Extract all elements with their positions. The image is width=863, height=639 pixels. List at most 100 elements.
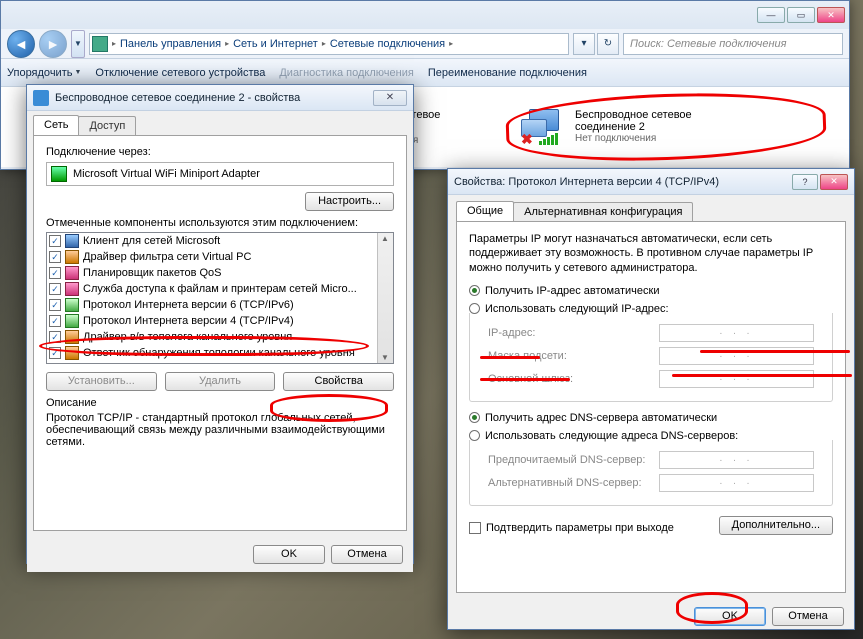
component-item[interactable]: ✓Драйвер фильтра сети Virtual PC	[47, 249, 393, 265]
checkbox[interactable]: ✓	[49, 315, 61, 327]
ok-button[interactable]: OK	[694, 607, 766, 626]
explorer-toolbar: Упорядочить ▼ Отключение сетевого устрой…	[1, 59, 849, 87]
search-input[interactable]: Поиск: Сетевые подключения	[623, 33, 843, 55]
maximize-button[interactable]: ▭	[787, 7, 815, 23]
radio-obtain-dns-auto[interactable]: Получить адрес DNS-сервера автоматически	[469, 412, 833, 424]
label-components: Отмеченные компоненты используются этим …	[46, 217, 394, 229]
crumb-network-internet[interactable]: Сеть и Интернет	[233, 38, 318, 50]
crumb-network-connections[interactable]: Сетевые подключения	[330, 38, 445, 50]
disconnected-x-icon: ✖	[521, 131, 533, 148]
cancel-button[interactable]: Отмена	[331, 545, 403, 564]
network-item-wireless2[interactable]: ✖ Беспроводное сетевое соединение 2 Нет …	[521, 109, 801, 145]
dialog-titlebar[interactable]: Беспроводное сетевое соединение 2 - свой…	[27, 85, 413, 111]
signal-bars-icon	[539, 133, 558, 145]
driver-icon	[65, 346, 79, 360]
nav-back-button[interactable]: ◄	[7, 30, 35, 58]
nav-history-dropdown[interactable]: ▼	[71, 30, 85, 58]
service-icon	[65, 282, 79, 296]
cancel-button[interactable]: Отмена	[772, 607, 844, 626]
checkbox-validate-on-exit[interactable]: ✓ Подтвердить параметры при выходе	[469, 522, 674, 534]
component-item-ipv4[interactable]: ✓Протокол Интернета версии 4 (TCP/IPv4)	[47, 313, 393, 329]
component-item[interactable]: ✓Ответчик обнаружения топологии канально…	[47, 345, 393, 361]
toolbar-diagnose[interactable]: Диагностика подключения	[279, 67, 413, 79]
tab-general-page: Параметры IP могут назначаться автоматич…	[456, 221, 846, 593]
label-subnet-mask: Маска подсети:	[488, 350, 653, 362]
ipv4-properties-dialog: Свойства: Протокол Интернета версии 4 (T…	[447, 168, 855, 630]
close-button[interactable]: ✕	[817, 7, 845, 23]
checkbox[interactable]: ✓	[49, 331, 61, 343]
checkbox[interactable]: ✓	[49, 283, 61, 295]
control-panel-icon	[92, 36, 108, 52]
toolbar-organize[interactable]: Упорядочить ▼	[7, 67, 81, 79]
ip-group: IP-адрес: . . . Маска подсети: . . . Основ…	[469, 313, 833, 402]
connection-properties-dialog: Беспроводное сетевое соединение 2 - свой…	[26, 84, 414, 564]
component-item[interactable]: ✓Драйвер в/в тополога канального уровня	[47, 329, 393, 345]
dns-group: Предпочитаемый DNS-сервер: . . . Альтерна…	[469, 440, 833, 506]
dialog-title-text: Свойства: Протокол Интернета версии 4 (T…	[454, 176, 786, 188]
crumb-control-panel[interactable]: Панель управления	[120, 38, 221, 50]
tab-alt-config[interactable]: Альтернативная конфигурация	[513, 202, 693, 222]
adapter-icon	[51, 166, 67, 182]
label-ip-address: IP-адрес:	[488, 327, 653, 339]
component-item[interactable]: ✓Служба доступа к файлам и принтерам сет…	[47, 281, 393, 297]
net-item-title2: соединение 2	[575, 121, 692, 133]
refresh-button[interactable]: ↻	[597, 33, 619, 55]
radio-icon	[469, 285, 480, 296]
checkbox[interactable]: ✓	[49, 347, 61, 359]
radio-obtain-ip-auto[interactable]: Получить IP-адрес автоматически	[469, 285, 833, 297]
client-icon	[65, 234, 79, 248]
adapter-box[interactable]: Microsoft Virtual WiFi Miniport Adapter	[46, 162, 394, 186]
dialog-title-text: Беспроводное сетевое соединение 2 - свой…	[55, 92, 367, 104]
checkbox[interactable]: ✓	[49, 267, 61, 279]
advanced-button[interactable]: Дополнительно...	[719, 516, 833, 535]
gateway-input: . . .	[659, 370, 814, 388]
nav-forward-button[interactable]: ►	[39, 30, 67, 58]
dialog-close-button[interactable]: ✕	[820, 174, 848, 190]
driver-icon	[65, 330, 79, 344]
ip-address-input: . . .	[659, 324, 814, 342]
scrollbar[interactable]	[377, 233, 393, 363]
net-item-status: Нет подключения	[575, 133, 692, 144]
toolbar-disable[interactable]: Отключение сетевого устройства	[95, 67, 265, 79]
adapter-name: Microsoft Virtual WiFi Miniport Adapter	[73, 168, 260, 180]
explorer-address-bar: ◄ ► ▼ ▸ Панель управления ▸ Сеть и Интер…	[1, 29, 849, 59]
minimize-button[interactable]: —	[757, 7, 785, 23]
protocol-icon	[65, 298, 79, 312]
dialog-titlebar[interactable]: Свойства: Протокол Интернета версии 4 (T…	[448, 169, 854, 195]
service-icon	[65, 266, 79, 280]
component-item[interactable]: ✓Клиент для сетей Microsoft	[47, 233, 393, 249]
checkbox[interactable]: ✓	[49, 299, 61, 311]
toolbar-rename[interactable]: Переименование подключения	[428, 67, 587, 79]
preferred-dns-input: . . .	[659, 451, 814, 469]
dialog-close-button[interactable]: ✕	[373, 90, 407, 106]
checkbox-icon: ✓	[469, 522, 481, 534]
subnet-mask-input: . . .	[659, 347, 814, 365]
checkbox[interactable]: ✓	[49, 251, 61, 263]
info-text: Параметры IP могут назначаться автоматич…	[469, 232, 833, 275]
tab-access[interactable]: Доступ	[78, 116, 136, 136]
description-text: Протокол TCP/IP - стандартный протокол г…	[46, 412, 394, 448]
components-listbox[interactable]: ✓Клиент для сетей Microsoft ✓Драйвер фил…	[46, 232, 394, 364]
ok-button[interactable]: OK	[253, 545, 325, 564]
protocol-icon	[65, 314, 79, 328]
uninstall-button[interactable]: Удалить	[165, 372, 276, 391]
configure-button[interactable]: Настроить...	[305, 192, 394, 211]
install-button[interactable]: Установить...	[46, 372, 157, 391]
tab-general[interactable]: Общие	[456, 201, 514, 221]
tab-network[interactable]: Сеть	[33, 115, 79, 135]
breadcrumb[interactable]: ▸ Панель управления ▸ Сеть и Интернет ▸ …	[89, 33, 569, 55]
checkbox[interactable]: ✓	[49, 235, 61, 247]
explorer-titlebar: — ▭ ✕	[1, 1, 849, 29]
label-pref-dns: Предпочитаемый DNS-сервер:	[488, 454, 653, 466]
tab-network-page: Подключение через: Microsoft Virtual WiF…	[33, 135, 407, 531]
component-item[interactable]: ✓Планировщик пакетов QoS	[47, 265, 393, 281]
label-description: Описание	[46, 397, 394, 409]
component-item[interactable]: ✓Протокол Интернета версии 6 (TCP/IPv6)	[47, 297, 393, 313]
help-button[interactable]: ?	[792, 174, 818, 190]
dialog-icon	[33, 90, 49, 106]
address-dropdown-button[interactable]: ▾	[573, 33, 595, 55]
alternate-dns-input: . . .	[659, 474, 814, 492]
label-default-gateway: Основной шлюз:	[488, 373, 653, 385]
label-alt-dns: Альтернативный DNS-сервер:	[488, 477, 653, 489]
properties-button[interactable]: Свойства	[283, 372, 394, 391]
